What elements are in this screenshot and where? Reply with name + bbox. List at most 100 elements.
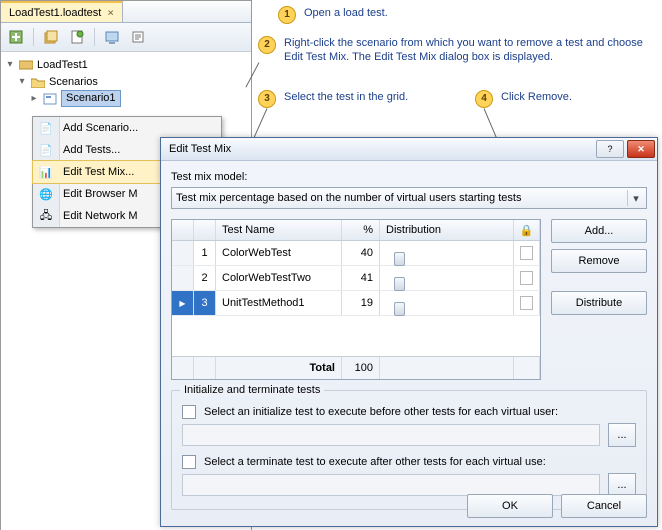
slider-thumb[interactable]	[394, 302, 405, 316]
tree-label-selected: Scenario1	[61, 90, 121, 107]
cell-lock[interactable]	[514, 291, 540, 315]
toolbar-button-1[interactable]	[5, 26, 27, 48]
cell-lock[interactable]	[514, 266, 540, 290]
load-test-tree[interactable]: ▾ LoadTest1 ▾ Scenarios ▸ Scenario1	[1, 52, 251, 107]
add-tests-icon: 📄	[37, 144, 55, 157]
callout-text: Open a load test.	[304, 6, 388, 20]
tree-node-scenario1[interactable]: ▸ Scenario1	[5, 90, 251, 107]
toolbar-button-2[interactable]	[40, 26, 62, 48]
total-value: 100	[342, 357, 380, 379]
col-percent[interactable]: %	[342, 220, 380, 240]
cell-distribution[interactable]	[380, 266, 514, 290]
menu-label: Add Scenario...	[63, 122, 138, 134]
edit-network-mix-icon: 🖧	[37, 207, 55, 226]
dialog-footer: OK Cancel	[467, 494, 647, 518]
add-button[interactable]: Add...	[551, 219, 647, 243]
grid-row[interactable]: 1ColorWebTest40	[172, 241, 540, 266]
row-number: 3	[194, 291, 216, 315]
toolbar-button-3[interactable]	[66, 26, 88, 48]
distribute-button[interactable]: Distribute	[551, 291, 647, 315]
toolbar-button-5[interactable]	[127, 26, 149, 48]
scenario-icon	[42, 92, 58, 106]
callout-4: 4 Click Remove.	[475, 90, 635, 108]
callout-number-icon: 2	[258, 36, 276, 54]
tree-label: Scenarios	[49, 76, 98, 88]
slider-thumb[interactable]	[394, 252, 405, 266]
cancel-button[interactable]: Cancel	[561, 494, 647, 518]
terminate-checkbox[interactable]	[182, 455, 196, 469]
initialize-test-field[interactable]	[182, 424, 600, 446]
ok-button[interactable]: OK	[467, 494, 553, 518]
col-test-name[interactable]: Test Name	[216, 220, 342, 240]
grid-row[interactable]: 3UnitTestMethod119	[172, 291, 540, 316]
document-tab-label: LoadTest1.loadtest	[9, 7, 101, 19]
initialize-label: Select an initialize test to execute bef…	[204, 406, 558, 418]
col-lock[interactable]: 🔒	[514, 220, 540, 240]
initialize-terminate-group: Initialize and terminate tests Select an…	[171, 390, 647, 510]
cell-test-name[interactable]: ColorWebTest	[216, 241, 342, 265]
grid-header: Test Name % Distribution 🔒	[172, 220, 540, 241]
test-mix-model-combobox[interactable]: Test mix percentage based on the number …	[171, 187, 647, 209]
grid-total-row: Total 100	[172, 356, 540, 379]
test-mix-grid[interactable]: Test Name % Distribution 🔒 1ColorWebTest…	[171, 219, 541, 380]
col-distribution[interactable]: Distribution	[380, 220, 514, 240]
menu-item-add-scenario[interactable]: 📄 Add Scenario...	[33, 117, 221, 139]
menu-label: Edit Browser M	[63, 188, 138, 200]
expand-icon[interactable]: ▾	[17, 76, 27, 87]
terminate-test-field[interactable]	[182, 474, 600, 496]
cell-distribution[interactable]	[380, 291, 514, 315]
expand-icon[interactable]: ▾	[5, 59, 15, 70]
cell-test-name[interactable]: ColorWebTestTwo	[216, 266, 342, 290]
dialog-titlebar[interactable]: Edit Test Mix ? ✕	[161, 138, 657, 161]
help-button[interactable]: ?	[596, 140, 624, 158]
slider-thumb[interactable]	[394, 277, 405, 291]
combobox-value: Test mix percentage based on the number …	[176, 192, 521, 204]
menu-label: Add Tests...	[63, 144, 120, 156]
expand-icon[interactable]: ▸	[29, 93, 39, 104]
chevron-down-icon[interactable]: ▾	[627, 190, 644, 206]
cell-percent[interactable]: 41	[342, 266, 380, 290]
menu-label: Edit Network M	[63, 210, 138, 222]
cell-percent[interactable]: 19	[342, 291, 380, 315]
cell-percent[interactable]: 40	[342, 241, 380, 265]
editor-toolbar	[1, 23, 251, 52]
lock-checkbox[interactable]	[520, 246, 533, 260]
row-number: 1	[194, 241, 216, 265]
initialize-checkbox[interactable]	[182, 405, 196, 419]
row-selector[interactable]	[172, 291, 194, 315]
toolbar-button-4[interactable]	[101, 26, 123, 48]
group-legend: Initialize and terminate tests	[180, 384, 324, 396]
lock-checkbox[interactable]	[520, 296, 533, 310]
tree-node-loadtest[interactable]: ▾ LoadTest1	[5, 56, 251, 73]
lock-icon: 🔒	[520, 224, 534, 237]
lock-checkbox[interactable]	[520, 271, 533, 285]
edit-test-mix-dialog: Edit Test Mix ? ✕ Test mix model: Test m…	[160, 137, 658, 527]
close-tab-icon[interactable]: ×	[107, 6, 114, 19]
edit-browser-mix-icon: 🌐	[37, 188, 55, 201]
callout-3: 3 Select the test in the grid.	[258, 90, 448, 108]
browse-initialize-button[interactable]: ...	[608, 423, 636, 447]
dialog-title: Edit Test Mix	[169, 143, 231, 155]
total-label: Total	[216, 357, 342, 379]
menu-label: Edit Test Mix...	[63, 166, 134, 178]
callout-1: 1 Open a load test.	[278, 6, 648, 24]
callout-2: 2 Right-click the scenario from which yo…	[258, 36, 658, 64]
add-scenario-icon: 📄	[37, 122, 55, 135]
callout-text: Select the test in the grid.	[284, 90, 408, 104]
tree-label: LoadTest1	[37, 59, 88, 71]
grid-side-buttons: Add... Remove Distribute	[551, 219, 647, 380]
callout-text: Click Remove.	[501, 90, 572, 104]
document-tab-strip: LoadTest1.loadtest ×	[1, 1, 251, 23]
callout-number-icon: 3	[258, 90, 276, 108]
tree-node-scenarios[interactable]: ▾ Scenarios	[5, 73, 251, 90]
document-tab[interactable]: LoadTest1.loadtest ×	[1, 1, 123, 22]
callout-text: Right-click the scenario from which you …	[284, 36, 658, 64]
cell-test-name[interactable]: UnitTestMethod1	[216, 291, 342, 315]
remove-button[interactable]: Remove	[551, 249, 647, 273]
grid-row[interactable]: 2ColorWebTestTwo41	[172, 266, 540, 291]
close-button[interactable]: ✕	[627, 140, 655, 158]
cell-lock[interactable]	[514, 241, 540, 265]
row-selector[interactable]	[172, 241, 194, 265]
row-selector[interactable]	[172, 266, 194, 290]
cell-distribution[interactable]	[380, 241, 514, 265]
